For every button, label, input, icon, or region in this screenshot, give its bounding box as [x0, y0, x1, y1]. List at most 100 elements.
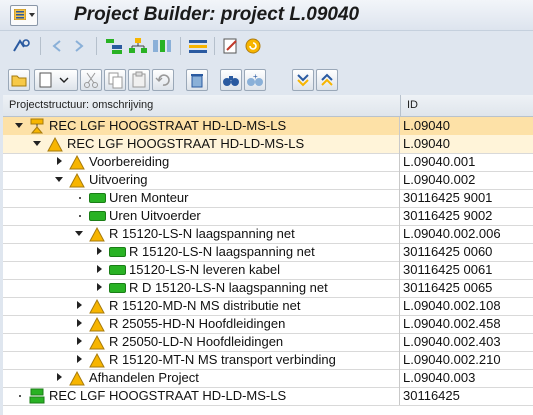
tree-cell-id: L.09040 — [403, 118, 450, 133]
tree-node-label[interactable]: REC LGF HOOGSTRAAT HD-LD-MS-LS — [49, 118, 286, 133]
tree-node-label[interactable]: Afhandelen Project — [89, 370, 199, 385]
wbs-element-icon — [89, 298, 105, 314]
tree-node-label[interactable]: REC LGF HOOGSTRAAT HD-LD-MS-LS — [49, 388, 286, 403]
tree-node-label[interactable]: R 25050-LD-N Hoofdleidingen — [109, 334, 283, 349]
tree-row[interactable]: 15120-LS-N leveren kabel 30116425 0061 — [3, 261, 533, 280]
collapsed-arrow-icon[interactable] — [77, 319, 82, 327]
tree-cell-description: Uitvoering — [3, 171, 400, 189]
find-icon[interactable] — [12, 37, 32, 55]
search-button[interactable] — [220, 69, 242, 91]
tree-cell-id: 30116425 9002 — [403, 208, 493, 223]
tree-node-label[interactable]: R 15120-MT-N MS transport verbinding — [109, 352, 336, 367]
tree-row[interactable]: Voorbereiding L.09040.001 — [3, 153, 533, 172]
tree-cell-description: 15120-LS-N leveren kabel — [3, 261, 400, 279]
tree-node-label[interactable]: R 15120-LS-N laagspanning net — [129, 244, 315, 259]
svg-text:+: + — [253, 72, 258, 81]
collapsed-arrow-icon[interactable] — [77, 355, 82, 363]
collapsed-arrow-icon[interactable] — [97, 247, 102, 255]
tree-row[interactable]: R D 15120-LS-N laagspanning net 30116425 … — [3, 279, 533, 298]
settings-icon[interactable] — [188, 37, 208, 55]
tree-row[interactable]: Uren Uitvoerder 30116425 9002 — [3, 207, 533, 226]
collapsed-arrow-icon[interactable] — [57, 373, 62, 381]
tree-node-label[interactable]: Uren Uitvoerder — [109, 208, 201, 223]
tree-cell-description: R D 15120-LS-N laagspanning net — [3, 279, 400, 297]
tree-cell-id: 30116425 9001 — [403, 190, 493, 205]
tree-row[interactable]: Uitvoering L.09040.002 — [3, 171, 533, 190]
search-next-button[interactable]: + — [244, 69, 266, 91]
tree-node-label[interactable]: Uren Monteur — [109, 190, 188, 205]
activity-icon — [89, 211, 106, 221]
tree-row[interactable]: Afhandelen Project L.09040.003 — [3, 369, 533, 388]
tree-row[interactable]: Uren Monteur 30116425 9001 — [3, 189, 533, 208]
tree-node-label[interactable]: R 15120-LS-N laagspanning net — [109, 226, 295, 241]
hierarchy-graphic-icon[interactable] — [128, 37, 148, 55]
tree-node-label[interactable]: REC LGF HOOGSTRAAT HD-LD-MS-LS — [67, 136, 304, 151]
collapsed-arrow-icon[interactable] — [77, 301, 82, 309]
column-header-id[interactable]: ID — [407, 99, 418, 111]
delete-button[interactable] — [186, 69, 208, 91]
tree-row[interactable]: REC LGF HOOGSTRAAT HD-LD-MS-LS L.09040 — [3, 135, 533, 154]
tree-cell-id: L.09040.001 — [403, 154, 476, 169]
tree-node-label[interactable]: R 15120-MD-N MS distributie net — [109, 298, 300, 313]
wbs-element-icon — [89, 226, 105, 242]
toolbar-separator — [180, 37, 181, 55]
tree-row[interactable]: R 15120-LS-N laagspanning net L.09040.002… — [3, 225, 533, 244]
tree-cell-id: L.09040.003 — [403, 370, 476, 385]
structure-icon[interactable] — [104, 37, 124, 55]
binoculars-next-icon: + — [247, 72, 263, 86]
tree-cell-id: 30116425 0060 — [403, 244, 493, 259]
project-structure-tree: Projectstructuur: omschrijving ID REC LG… — [3, 95, 533, 415]
expand-button[interactable] — [292, 69, 314, 91]
tree-row[interactable]: R 15120-MD-N MS distributie net L.09040.0… — [3, 297, 533, 316]
previous-object-icon[interactable] — [48, 37, 66, 55]
network-graphic-icon[interactable] — [152, 37, 172, 55]
expanded-arrow-icon[interactable] — [33, 141, 41, 146]
tree-row[interactable]: R 25050-LD-N Hoofdleidingen L.09040.002.4… — [3, 333, 533, 352]
tree-row[interactable]: R 15120-MT-N MS transport verbinding L.09… — [3, 351, 533, 370]
tree-row[interactable]: R 25055-HD-N Hoofdleidingen L.09040.002.4… — [3, 315, 533, 334]
create-button[interactable] — [34, 69, 78, 91]
tree-row[interactable]: R 15120-LS-N laagspanning net 30116425 00… — [3, 243, 533, 262]
column-header-description[interactable]: Projectstructuur: omschrijving — [9, 99, 153, 111]
expanded-arrow-icon[interactable] — [55, 177, 63, 182]
tree-cell-id: L.09040.002.108 — [403, 298, 501, 313]
tree-cell-description: REC LGF HOOGSTRAAT HD-LD-MS-LS — [3, 117, 400, 135]
collapsed-arrow-icon[interactable] — [77, 337, 82, 345]
status-icon[interactable] — [244, 37, 262, 55]
tree-node-label[interactable]: 15120-LS-N leveren kabel — [129, 262, 280, 277]
menu-icon[interactable] — [10, 5, 38, 26]
undo-button[interactable] — [152, 69, 174, 91]
tree-node-label[interactable]: R 25055-HD-N Hoofdleidingen — [109, 316, 285, 331]
collapsed-arrow-icon[interactable] — [97, 283, 102, 291]
tree-cell-description: R 15120-MT-N MS transport verbinding — [3, 351, 400, 369]
tree-node-label[interactable]: R D 15120-LS-N laagspanning net — [129, 280, 328, 295]
copy-icon — [108, 72, 123, 89]
edit-icon[interactable] — [222, 37, 240, 55]
expanded-arrow-icon[interactable] — [15, 123, 23, 128]
collapse-button[interactable] — [316, 69, 338, 91]
tree-cell-description: REC LGF HOOGSTRAAT HD-LD-MS-LS — [3, 387, 400, 405]
copy-button[interactable] — [104, 69, 126, 91]
tree-cell-description: Voorbereiding — [3, 153, 400, 171]
paste-button[interactable] — [128, 69, 150, 91]
cut-button[interactable] — [80, 69, 102, 91]
next-object-icon[interactable] — [70, 37, 88, 55]
activity-icon — [109, 283, 126, 293]
tree-node-label[interactable]: Uitvoering — [89, 172, 148, 187]
folder-icon — [11, 75, 27, 87]
leaf-dot-icon — [79, 215, 81, 217]
tree-row[interactable]: REC LGF HOOGSTRAAT HD-LD-MS-LS 30116425 — [3, 387, 533, 406]
tree-cell-id: L.09040.002.458 — [403, 316, 501, 331]
expanded-arrow-icon[interactable] — [75, 231, 83, 236]
tree-cell-description: R 15120-LS-N laagspanning net — [3, 243, 400, 261]
column-divider[interactable] — [400, 95, 401, 116]
tree-cell-description: Uren Monteur — [3, 189, 400, 207]
undo-icon — [155, 74, 170, 86]
collapsed-arrow-icon[interactable] — [57, 157, 62, 165]
collapsed-arrow-icon[interactable] — [97, 265, 102, 273]
tree-node-label[interactable]: Voorbereiding — [89, 154, 169, 169]
activity-icon — [109, 265, 126, 275]
open-folder-button[interactable] — [8, 69, 30, 91]
tree-cell-id: L.09040.002.210 — [403, 352, 501, 367]
tree-row[interactable]: REC LGF HOOGSTRAAT HD-LD-MS-LS L.09040 — [3, 117, 533, 136]
